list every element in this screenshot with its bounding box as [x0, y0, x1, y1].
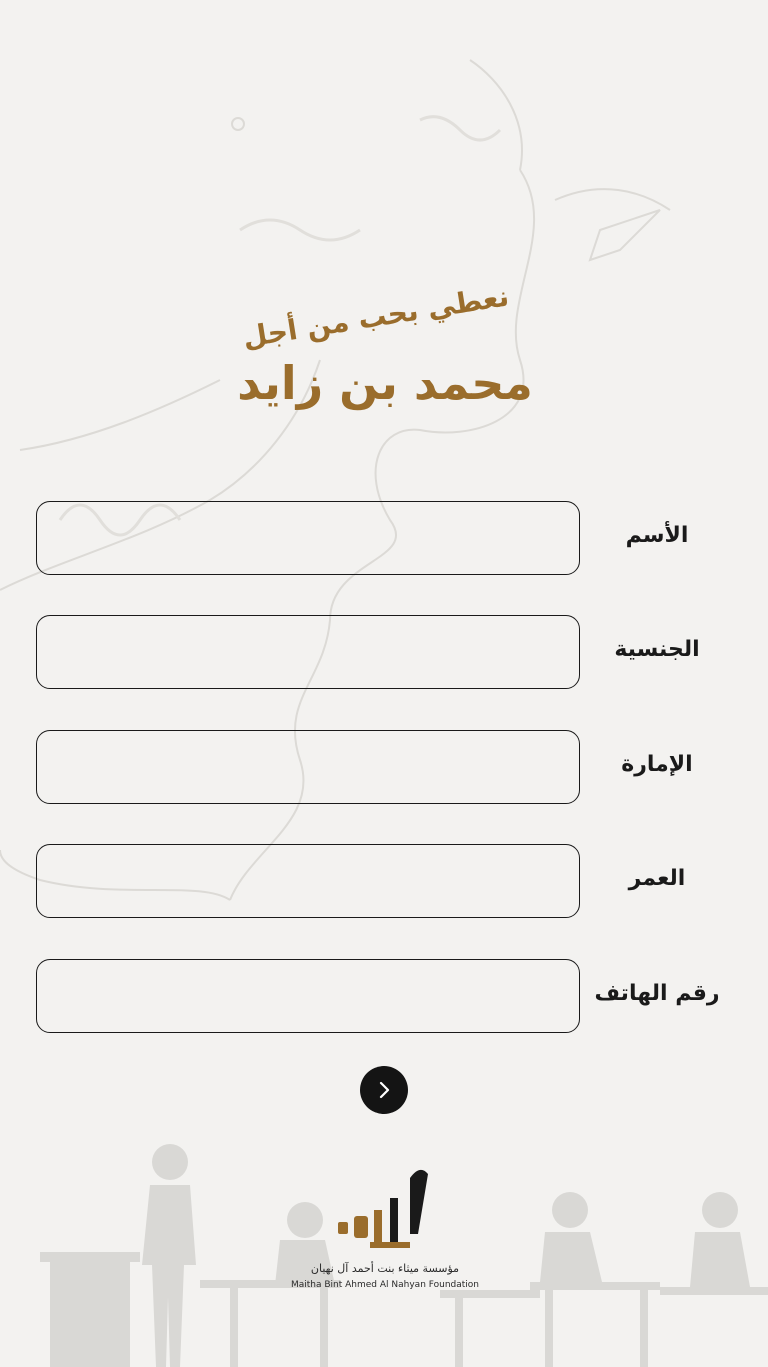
- form-row-name: الأسم: [36, 501, 732, 579]
- name-input[interactable]: [36, 501, 580, 575]
- age-label: العمر: [628, 866, 686, 891]
- nationality-label: الجنسية: [614, 637, 700, 662]
- hero-title: محمد بن زايد: [237, 356, 533, 410]
- form-row-emirate: الإمارة: [36, 730, 732, 808]
- phone-input[interactable]: [36, 959, 580, 1033]
- next-button[interactable]: [360, 1066, 408, 1114]
- foundation-logo: مؤسسة ميثاء بنت أحمد آل نهيان Maitha Bin…: [290, 1158, 480, 1298]
- logo-english-text: Maitha Bint Ahmed Al Nahyan Foundation: [290, 1280, 479, 1290]
- hero: نعطي بحب من أجل محمد بن زايد: [0, 0, 768, 480]
- logo-arabic-text: مؤسسة ميثاء بنت أحمد آل نهيان: [310, 1262, 460, 1275]
- form-row-nationality: الجنسية: [36, 615, 732, 693]
- name-label: الأسم: [625, 523, 689, 548]
- form-row-age: العمر: [36, 844, 732, 922]
- nationality-input[interactable]: [36, 615, 580, 689]
- form-row-phone: رقم الهاتف: [36, 959, 732, 1037]
- hero-subtitle: نعطي بحب من أجل: [240, 279, 512, 355]
- emirate-input[interactable]: [36, 730, 580, 804]
- foundation-logo-mark: [338, 1169, 428, 1248]
- chevron-right-icon: [379, 1081, 390, 1099]
- emirate-label: الإمارة: [621, 752, 693, 777]
- age-input[interactable]: [36, 844, 580, 918]
- phone-label: رقم الهاتف: [594, 981, 720, 1006]
